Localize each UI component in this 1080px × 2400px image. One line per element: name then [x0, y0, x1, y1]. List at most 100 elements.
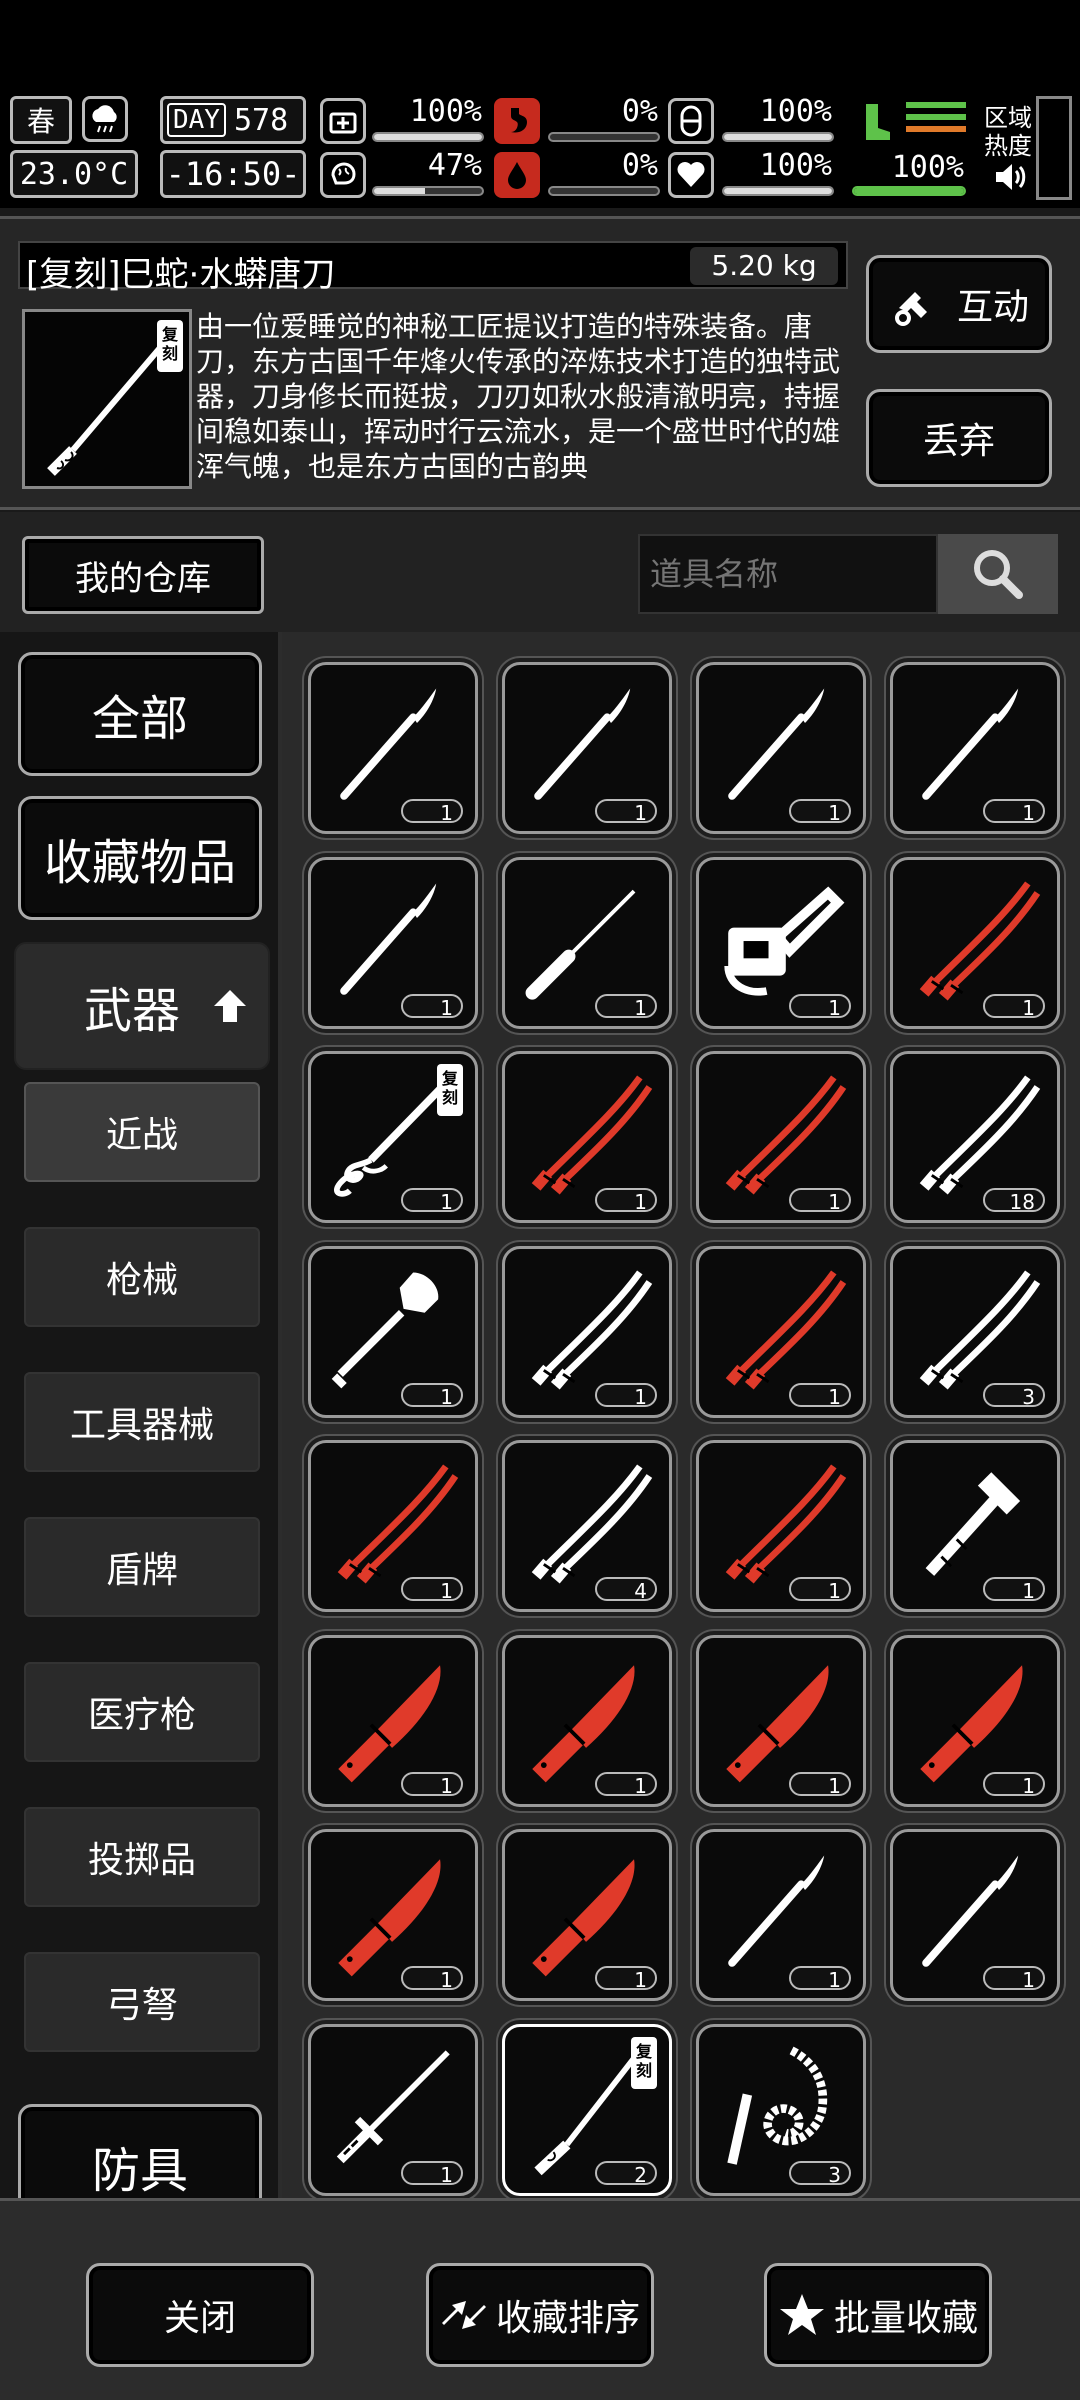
search-button[interactable] — [938, 534, 1058, 614]
item-slot[interactable]: 复刻 2 — [502, 2024, 672, 2196]
star-icon — [779, 2294, 824, 2335]
region-heat-label-1: 区域 — [984, 104, 1032, 132]
subcategory-tools[interactable]: 工具器械 — [24, 1372, 260, 1472]
item-slot[interactable]: 1 — [890, 857, 1060, 1029]
item-slot[interactable]: 1 — [890, 1829, 1060, 2001]
item-slot[interactable]: 18 — [890, 1051, 1060, 1223]
item-slot[interactable]: 1 — [890, 662, 1060, 834]
search-input[interactable] — [638, 534, 938, 614]
item-weight: 5.20 kg — [690, 247, 838, 285]
item-count: 1 — [595, 1188, 657, 1214]
interact-button[interactable]: 互动 — [866, 255, 1052, 353]
clock-box: -16:50- — [160, 150, 306, 198]
item-count: 2 — [595, 2161, 657, 2187]
item-slot[interactable]: 1 — [502, 857, 672, 1029]
item-slot[interactable]: 1 — [308, 857, 478, 1029]
item-slot[interactable]: 1 — [502, 1829, 672, 2001]
batch-favorite-button[interactable]: 批量收藏 — [764, 2263, 992, 2367]
hammer-icon — [925, 1472, 1021, 1576]
item-description: 由一位爱睡觉的神秘工匠提议打造的特殊装备。唐刀，东方古国千年烽火传承的淬炼技术打… — [196, 310, 841, 483]
item-slot[interactable]: 1 — [502, 1635, 672, 1807]
subcategory-firearms-label: 枪械 — [105, 1260, 178, 1301]
health-bar — [372, 132, 484, 142]
item-slot[interactable]: 1 — [308, 662, 478, 834]
discard-button[interactable]: 丢弃 — [866, 389, 1052, 487]
scalpel-icon — [922, 688, 1019, 800]
subcategory-shields[interactable]: 盾牌 — [24, 1517, 260, 1617]
item-slot[interactable]: 复刻 1 — [308, 1051, 478, 1223]
item-count: 1 — [983, 1966, 1045, 1992]
stamina-value: 100% — [759, 94, 832, 129]
item-slot[interactable]: 1 — [308, 1246, 478, 1418]
warehouse-tab[interactable]: 我的仓库 — [22, 536, 264, 614]
item-title-bar: [复刻]巳蛇·水蟒唐刀 5.20 kg — [18, 241, 848, 295]
katana-icon — [919, 881, 1041, 1001]
combat-knife-icon — [726, 1665, 829, 1783]
item-slot[interactable]: 4 — [502, 1440, 672, 1612]
item-count: 1 — [789, 1772, 851, 1798]
item-slot[interactable]: 1 — [308, 1440, 478, 1612]
item-count: 1 — [789, 1966, 851, 1992]
item-slot[interactable]: 1 — [696, 1829, 866, 2001]
temperature-value: 23.0°C — [19, 156, 129, 192]
sort-favorites-button[interactable]: 收藏排序 — [426, 2263, 654, 2367]
item-count: 1 — [595, 994, 657, 1020]
item-count: 1 — [983, 1577, 1045, 1603]
category-armor[interactable]: 防具 — [18, 2104, 262, 2198]
capsule-icon — [668, 98, 714, 144]
scalpel-icon — [728, 688, 825, 800]
item-slot[interactable]: 1 — [696, 1440, 866, 1612]
item-slot[interactable]: 1 — [696, 1051, 866, 1223]
stamina-bar — [722, 132, 834, 142]
scalpel-icon — [728, 1855, 825, 1967]
subcategory-melee[interactable]: 近战 — [24, 1082, 260, 1182]
remake-tag: 复刻 — [631, 2037, 657, 2089]
day-label: DAY — [167, 103, 226, 137]
category-favorites[interactable]: 收藏物品 — [18, 796, 262, 920]
subcategory-firearms[interactable]: 枪械 — [24, 1227, 260, 1327]
item-slot[interactable]: 3 — [890, 1246, 1060, 1418]
item-slot[interactable]: 1 — [308, 2024, 478, 2196]
item-slot[interactable]: 1 — [890, 1635, 1060, 1807]
subcategory-tools-label: 工具器械 — [69, 1405, 214, 1446]
close-button[interactable]: 关闭 — [86, 2263, 314, 2367]
temperature-box: 23.0°C — [10, 150, 138, 198]
item-slot[interactable]: 1 — [502, 1051, 672, 1223]
katana-icon — [531, 1075, 653, 1195]
item-count: 1 — [401, 994, 463, 1020]
heart-icon — [668, 152, 714, 198]
category-weapons-label: 武器 — [83, 983, 180, 1039]
category-all[interactable]: 全部 — [18, 652, 262, 776]
swap-arrows-icon — [441, 2301, 486, 2329]
item-slot[interactable]: 1 — [890, 1440, 1060, 1612]
item-count: 1 — [595, 1772, 657, 1798]
item-slot[interactable]: 1 — [696, 1635, 866, 1807]
interact-hand-icon — [894, 292, 927, 326]
katana-icon — [337, 1464, 459, 1584]
item-slot[interactable]: 1 — [308, 1829, 478, 2001]
category-weapons[interactable]: 武器 — [14, 942, 270, 1070]
item-slot[interactable]: 1 — [502, 1246, 672, 1418]
leg-icon — [852, 98, 900, 146]
item-slot[interactable]: 1 — [696, 1246, 866, 1418]
speaker-icon[interactable] — [992, 160, 1028, 194]
water-drop-icon — [494, 152, 540, 198]
item-slot[interactable]: 1 — [696, 662, 866, 834]
leg-status-stripes — [906, 102, 966, 142]
item-slot[interactable]: 3 — [696, 2024, 866, 2196]
subcategory-melee-label: 近战 — [105, 1115, 178, 1156]
sanity-bar — [372, 186, 484, 196]
item-slot[interactable]: 1 — [502, 662, 672, 834]
season-label: 春 — [26, 105, 55, 138]
item-count: 4 — [595, 1577, 657, 1603]
subcategory-bows[interactable]: 弓弩 — [24, 1952, 260, 2052]
heart-bar — [722, 186, 834, 196]
item-count: 3 — [789, 2161, 851, 2187]
item-slot[interactable]: 1 — [696, 857, 866, 1029]
subcategory-throwables[interactable]: 投掷品 — [24, 1807, 260, 1907]
subcategory-medical-guns[interactable]: 医疗枪 — [24, 1662, 260, 1762]
hunger-bar — [548, 132, 660, 142]
item-slot[interactable]: 1 — [308, 1635, 478, 1807]
hunger-value: 0% — [621, 94, 658, 129]
item-preview: 复刻 — [22, 309, 192, 489]
